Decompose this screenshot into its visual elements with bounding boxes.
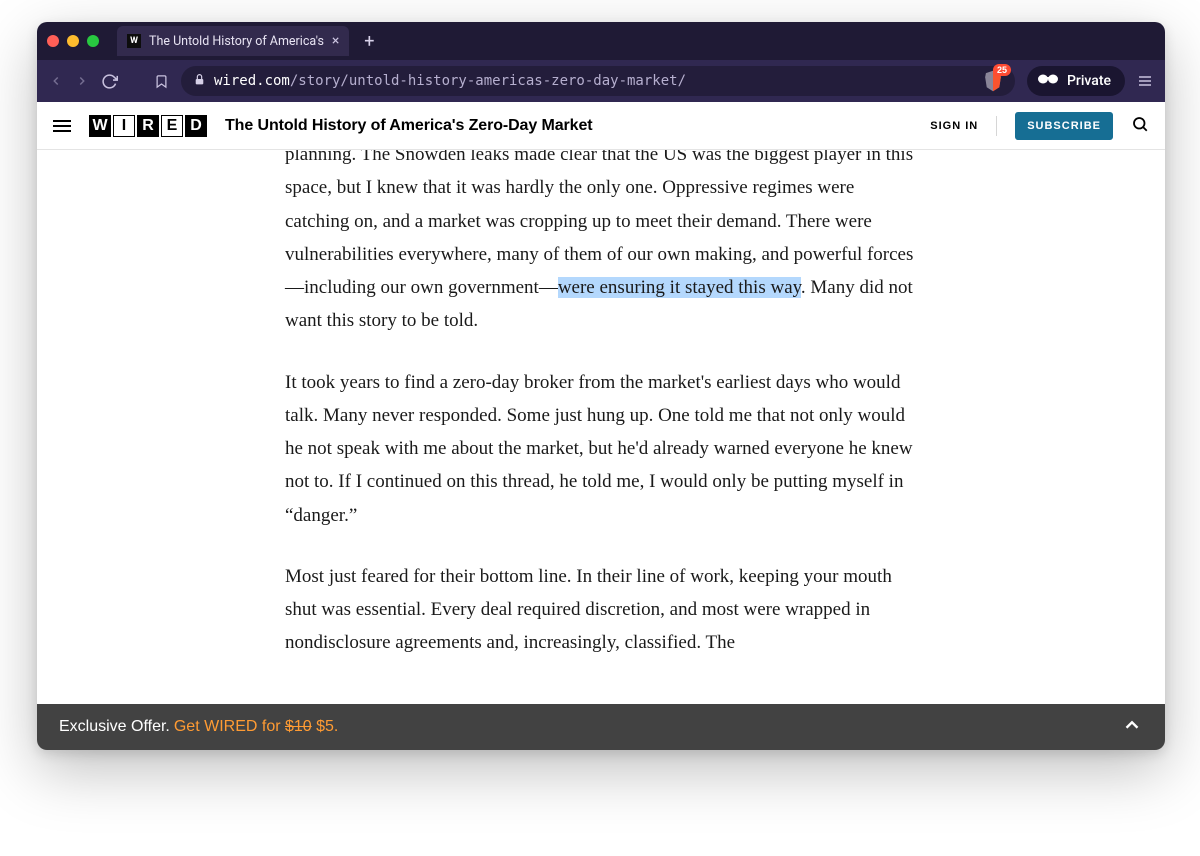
article-body: planning. The Snowden leaks made clear t… — [261, 150, 941, 704]
private-mode-indicator[interactable]: Private — [1027, 66, 1125, 96]
address-bar[interactable]: wired.com/story/untold-history-americas-… — [181, 66, 1015, 96]
article-paragraph: It took years to find a zero-day broker … — [285, 366, 917, 532]
browser-tab[interactable]: W The Untold History of America's × — [117, 26, 349, 56]
header-divider — [996, 116, 997, 136]
sunglasses-icon — [1037, 73, 1059, 89]
subscribe-button[interactable]: SUBSCRIBE — [1015, 112, 1113, 140]
tab-close-icon[interactable]: × — [332, 34, 339, 48]
tab-title: The Untold History of America's — [149, 34, 324, 49]
window-minimize-button[interactable] — [67, 35, 79, 47]
tab-strip: W The Untold History of America's × + — [37, 22, 1165, 60]
browser-window: W The Untold History of America's × + wi… — [37, 22, 1165, 750]
site-header: WIRED The Untold History of America's Ze… — [37, 102, 1165, 150]
shield-count-badge: 25 — [993, 64, 1011, 76]
promo-lead: Exclusive Offer. — [59, 718, 170, 736]
article-paragraph: planning. The Snowden leaks made clear t… — [285, 150, 917, 338]
traffic-lights — [47, 35, 99, 47]
forward-button[interactable] — [75, 74, 89, 88]
back-button[interactable] — [49, 74, 63, 88]
article-paragraph: Most just feared for their bottom line. … — [285, 560, 917, 660]
article-viewport[interactable]: planning. The Snowden leaks made clear t… — [37, 150, 1165, 704]
sign-in-link[interactable]: SIGN IN — [930, 120, 978, 132]
promo-offer: Get WIRED for $10 $5. — [174, 718, 339, 736]
promo-expand-icon[interactable] — [1121, 714, 1143, 741]
lock-icon — [193, 73, 206, 90]
browser-menu-button[interactable] — [1137, 73, 1153, 89]
highlighted-text: were ensuring it stayed this way — [558, 277, 801, 298]
search-button[interactable] — [1131, 115, 1149, 137]
bookmark-button[interactable] — [154, 74, 169, 89]
promo-bar[interactable]: Exclusive Offer. Get WIRED for $10 $5. — [37, 704, 1165, 750]
header-article-title: The Untold History of America's Zero-Day… — [225, 117, 592, 135]
wired-logo[interactable]: WIRED — [89, 115, 207, 137]
browser-toolbar: wired.com/story/untold-history-americas-… — [37, 60, 1165, 102]
new-tab-button[interactable]: + — [357, 29, 381, 53]
window-close-button[interactable] — [47, 35, 59, 47]
wired-favicon: W — [127, 34, 141, 48]
private-label: Private — [1067, 73, 1111, 89]
reload-button[interactable] — [101, 73, 118, 90]
site-menu-button[interactable] — [53, 120, 71, 132]
url-text: wired.com/story/untold-history-americas-… — [214, 73, 686, 89]
brave-shields-button[interactable]: 25 — [983, 70, 1003, 92]
window-maximize-button[interactable] — [87, 35, 99, 47]
